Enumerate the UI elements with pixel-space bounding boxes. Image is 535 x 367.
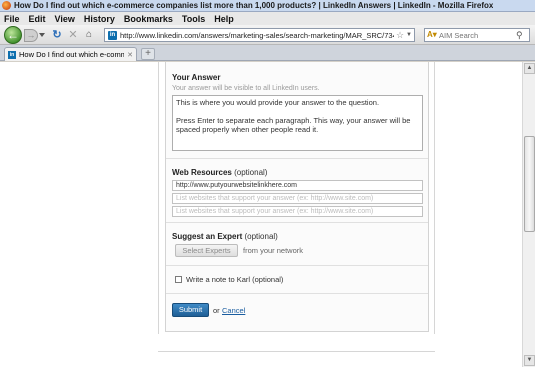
page-content: Your Answer Your answer will be visible … — [0, 62, 522, 367]
divider — [166, 158, 428, 159]
new-tab-button[interactable]: + — [141, 48, 155, 60]
bookmark-star-icon[interactable]: ☆ — [396, 30, 404, 41]
web-resources-title: Web Resources — [172, 168, 232, 177]
scroll-down-icon[interactable]: ▼ — [524, 355, 535, 366]
search-input[interactable] — [439, 30, 515, 40]
tab-bar: in How Do I find out which e-comm... ✕ + — [0, 45, 535, 61]
menu-tools[interactable]: Tools — [182, 14, 205, 24]
divider — [166, 293, 428, 294]
your-answer-heading: Your Answer — [172, 73, 221, 82]
web-resources-heading: Web Resources (optional) — [172, 168, 267, 177]
tab-close-icon[interactable]: ✕ — [127, 51, 133, 59]
navigation-toolbar: ← → ↻ ✕ ⌂ in http://www.linkedin.com/ans… — [0, 25, 535, 45]
window-title: How Do I find out which e-commerce compa… — [14, 1, 494, 10]
back-button[interactable]: ← — [4, 26, 22, 44]
menu-view[interactable]: View — [55, 14, 75, 24]
home-icon[interactable]: ⌂ — [83, 29, 95, 41]
firefox-icon — [2, 1, 11, 10]
web-resource-input-1[interactable]: http://www.putyourwebsitelinkhere.com — [172, 180, 423, 191]
stop-icon[interactable]: ✕ — [67, 29, 79, 41]
linkedin-favicon-icon: in — [108, 30, 117, 40]
or-text: or — [213, 306, 220, 315]
write-note-checkbox[interactable] — [175, 276, 182, 283]
suggest-expert-title: Suggest an Expert — [172, 232, 243, 241]
url-dropdown-icon[interactable]: ▼ — [406, 32, 412, 38]
from-network-text: from your network — [243, 246, 304, 255]
vertical-scrollbar[interactable]: ▲ ▼ — [522, 62, 535, 367]
page-divider — [158, 351, 435, 352]
web-resources-optional: (optional) — [234, 168, 268, 177]
search-icon[interactable]: ⚲ — [516, 30, 523, 41]
url-bar[interactable]: in http://www.linkedin.com/answers/marke… — [104, 28, 415, 42]
scrollbar-thumb[interactable] — [524, 136, 535, 232]
write-note-label[interactable]: Write a note to Karl (optional) — [186, 275, 283, 284]
suggest-expert-heading: Suggest an Expert (optional) — [172, 232, 278, 241]
search-engine-icon[interactable]: A▾ — [427, 30, 439, 40]
tab-label: How Do I find out which e-comm... — [19, 50, 125, 59]
tab-active[interactable]: in How Do I find out which e-comm... ✕ — [4, 47, 137, 61]
menu-file[interactable]: File — [4, 14, 20, 24]
divider — [166, 222, 428, 223]
menu-history[interactable]: History — [84, 14, 115, 24]
submit-button[interactable]: Submit — [172, 303, 209, 317]
cancel-link[interactable]: Cancel — [222, 306, 245, 315]
menu-bookmarks[interactable]: Bookmarks — [124, 14, 173, 24]
window-title-bar: How Do I find out which e-commerce compa… — [0, 0, 535, 12]
linkedin-favicon-icon: in — [8, 50, 16, 59]
url-text[interactable]: http://www.linkedin.com/answers/marketin… — [120, 31, 394, 40]
suggest-expert-optional: (optional) — [244, 232, 278, 241]
menu-edit[interactable]: Edit — [29, 14, 46, 24]
answer-form: Your Answer Your answer will be visible … — [165, 62, 429, 332]
search-bar[interactable]: A▾ ⚲ — [424, 28, 530, 42]
answer-panel: Your Answer Your answer will be visible … — [158, 62, 435, 334]
visibility-hint: Your answer will be visible to all Linke… — [172, 85, 320, 92]
web-resource-input-2[interactable]: List websites that support your answer (… — [172, 193, 423, 204]
history-dropdown-icon[interactable] — [39, 33, 45, 37]
reload-icon[interactable]: ↻ — [51, 29, 63, 41]
divider — [166, 265, 428, 266]
forward-button[interactable]: → — [24, 29, 38, 42]
answer-textarea[interactable]: This is where you would provide your ans… — [172, 95, 423, 151]
menu-help[interactable]: Help — [214, 14, 234, 24]
select-experts-button[interactable]: Select Experts — [175, 244, 238, 257]
menu-bar: File Edit View History Bookmarks Tools H… — [0, 12, 535, 25]
scroll-up-icon[interactable]: ▲ — [524, 63, 535, 74]
web-resource-input-3[interactable]: List websites that support your answer (… — [172, 206, 423, 217]
